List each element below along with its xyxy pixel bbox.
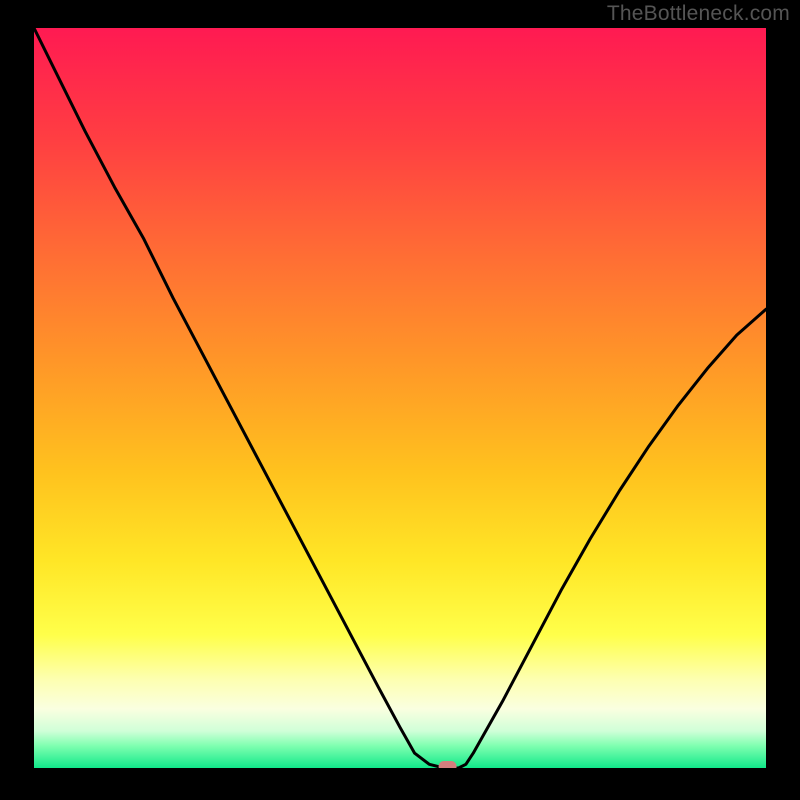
optimal-marker [439, 761, 457, 768]
plot-area [34, 28, 766, 768]
gradient-background [34, 28, 766, 768]
chart-frame: TheBottleneck.com [0, 0, 800, 800]
bottleneck-chart [34, 28, 766, 768]
watermark-text: TheBottleneck.com [607, 2, 790, 26]
